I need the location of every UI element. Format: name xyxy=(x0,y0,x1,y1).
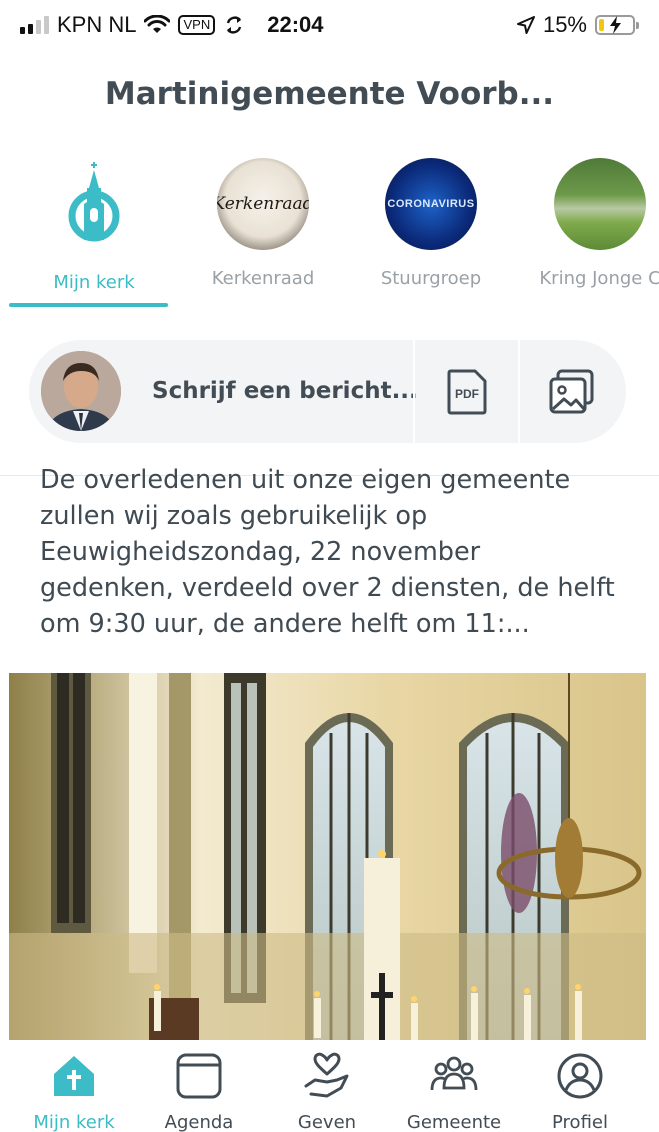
nav-agenda[interactable]: Agenda xyxy=(139,1052,259,1132)
write-post-input[interactable]: Schrijf een bericht... xyxy=(152,378,418,404)
attach-image-button[interactable] xyxy=(520,340,623,443)
wifi-icon xyxy=(144,15,171,33)
charging-bolt-icon xyxy=(610,16,621,34)
channel-label: Stuurgroep xyxy=(380,268,482,289)
kerkenraad-avatar: Kerkenraad xyxy=(217,158,309,250)
home-church-icon xyxy=(54,1056,94,1096)
stuurgroep-avatar-text: CORONAVIRUS xyxy=(387,198,475,210)
profile-icon xyxy=(557,1053,603,1099)
church-logo-icon xyxy=(68,162,120,242)
battery-icon xyxy=(595,15,639,35)
sync-icon xyxy=(227,16,242,34)
channel-label: Kring Jonge C xyxy=(539,268,659,289)
nav-label: Agenda xyxy=(164,1112,234,1132)
battery-level-fill xyxy=(599,19,604,31)
channel-label: Kerkenraad xyxy=(211,268,315,289)
post-body[interactable]: De overledenen uit onze eigen gemeente z… xyxy=(40,462,620,642)
status-left: KPN NL VPN 22:04 xyxy=(20,12,324,38)
active-tab-indicator xyxy=(9,303,168,307)
tab-kring-jonge[interactable]: Kring Jonge C xyxy=(520,155,659,289)
calendar-icon xyxy=(176,1053,222,1099)
post-image[interactable] xyxy=(9,673,646,1040)
vpn-badge: VPN xyxy=(178,15,216,35)
tab-kerkenraad[interactable]: Kerkenraad Kerkenraad xyxy=(183,155,343,289)
attach-pdf-button[interactable]: PDF xyxy=(415,340,518,443)
channel-label: Mijn kerk xyxy=(53,272,135,293)
signal-strength-icon xyxy=(20,16,49,34)
people-group-icon xyxy=(430,1056,478,1091)
nav-label: Gemeente xyxy=(406,1112,502,1132)
tab-mijn-kerk[interactable]: Mijn kerk xyxy=(14,155,174,293)
carrier-name: KPN NL xyxy=(57,12,137,37)
channel-tabs: Mijn kerk Kerkenraad Kerkenraad CORONAVI… xyxy=(0,155,659,310)
pdf-icon-text: PDF xyxy=(455,387,479,401)
nav-gemeente[interactable]: Gemeente xyxy=(394,1052,514,1132)
image-icon xyxy=(549,369,593,413)
nav-label: Mijn kerk xyxy=(33,1112,115,1132)
tab-stuurgroep[interactable]: CORONAVIRUS Stuurgroep xyxy=(351,155,511,289)
giving-heart-hand-icon xyxy=(304,1052,349,1098)
stuurgroep-avatar: CORONAVIRUS xyxy=(385,158,477,250)
nav-mijn-kerk[interactable]: Mijn kerk xyxy=(14,1052,134,1132)
nav-label: Profiel xyxy=(552,1112,608,1132)
post-text: De overledenen uit onze eigen gemeente z… xyxy=(40,465,615,639)
clock-time: 22:04 xyxy=(267,12,324,37)
page-title: Martinigemeente Voorb... xyxy=(104,76,555,112)
location-arrow-icon xyxy=(516,16,535,34)
user-photo-placeholder xyxy=(41,351,121,431)
kring-avatar xyxy=(554,158,646,250)
church-interior-photo xyxy=(9,673,646,1040)
bottom-navigation: Mijn kerk Agenda Geven Gemeente Profiel xyxy=(0,1040,659,1132)
status-right: 15% xyxy=(516,12,639,38)
avatar[interactable] xyxy=(41,351,121,431)
post-composer: Schrijf een bericht... PDF xyxy=(29,340,626,443)
battery-tip xyxy=(636,22,639,29)
pdf-icon: PDF xyxy=(447,369,486,414)
nav-label: Geven xyxy=(297,1112,357,1132)
nav-profiel[interactable]: Profiel xyxy=(520,1052,640,1132)
status-bar: KPN NL VPN 22:04 15% xyxy=(0,0,659,56)
battery-percent: 15% xyxy=(542,12,587,37)
nav-geven[interactable]: Geven xyxy=(267,1052,387,1132)
kerkenraad-avatar-text: Kerkenraad xyxy=(217,194,309,214)
